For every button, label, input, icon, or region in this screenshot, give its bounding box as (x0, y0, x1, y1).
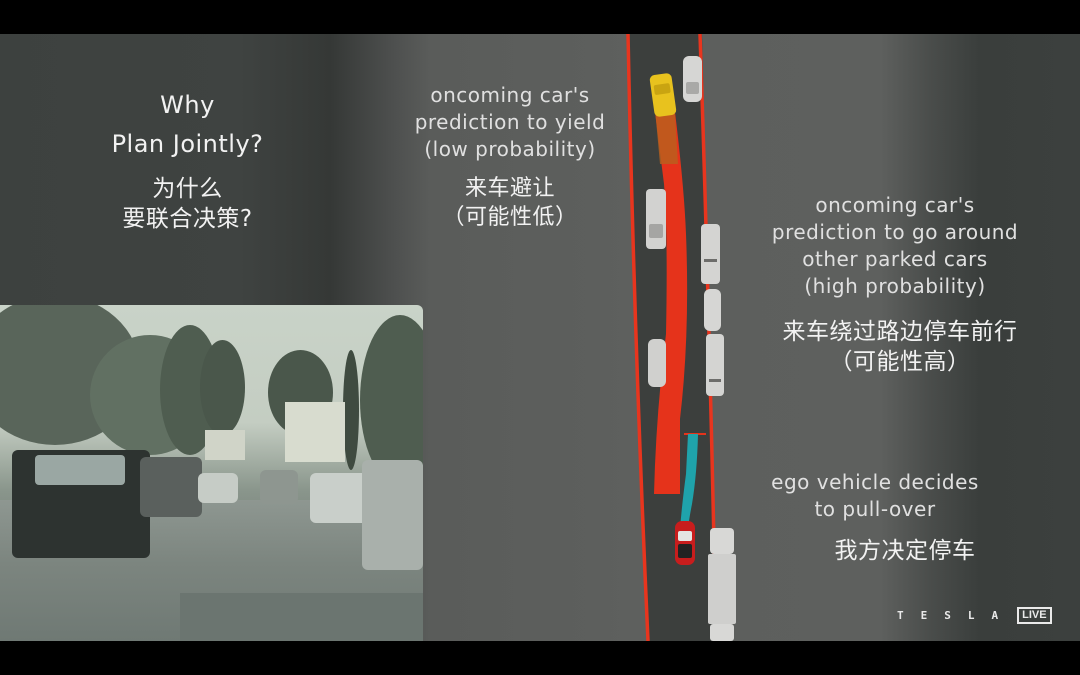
building (205, 430, 245, 460)
annotation-line: other parked cars (802, 247, 988, 271)
white-car-icon (646, 189, 666, 249)
annotation-line: prediction to go around (771, 220, 1019, 244)
yield-annotation-cn: 来车避让 （可能性低） (380, 174, 640, 232)
go-around-annotation-cn: 来车绕过路边停车前行 （可能性高） (735, 317, 1065, 377)
live-badge: LIVE (1017, 606, 1052, 624)
slide: Why Plan Jointly? 为什么 要联合决策? oncoming ca… (0, 34, 1080, 641)
annotation-cn-line: 我方决定停车 (834, 538, 976, 564)
tree (200, 340, 245, 435)
annotation-line: prediction to yield (414, 110, 606, 134)
parked-car-right (310, 473, 370, 523)
annotation-line: (high probability) (804, 274, 986, 298)
parked-truck (140, 457, 202, 517)
planning-visualization (626, 34, 736, 641)
annotation-line: ego vehicle decides (771, 470, 979, 494)
title-cn-line: 要联合决策? (122, 206, 253, 232)
annotation-line: (low probability) (424, 137, 596, 161)
white-car-icon (701, 224, 720, 284)
go-around-annotation: oncoming car's prediction to go around o… (735, 192, 1055, 300)
annotation-cn-line: （可能性低） (442, 205, 578, 230)
parked-sedan (198, 473, 238, 503)
title-line: Why (160, 91, 215, 119)
white-car-icon (683, 56, 702, 102)
title-line: Plan Jointly? (111, 130, 264, 158)
parked-pickup-right (362, 460, 423, 570)
title-cn-line: 为什么 (152, 176, 223, 202)
parked-van (260, 470, 298, 504)
annotation-cn-line: （可能性高） (829, 349, 971, 375)
annotation-cn-line: 来车避让 (464, 176, 555, 201)
shadow (180, 593, 423, 641)
tesla-wordmark: TESLA (897, 608, 1016, 622)
ego-annotation: ego vehicle decides to pull-over (740, 469, 1010, 523)
annotation-line: to pull-over (814, 497, 936, 521)
white-car-icon (704, 289, 721, 331)
red-car-icon (675, 521, 695, 565)
yield-annotation: oncoming car's prediction to yield (low … (380, 82, 640, 163)
ego-annotation-cn: 我方决定停车 (740, 536, 1070, 566)
white-car-icon (706, 334, 724, 396)
slide-title-cn: 为什么 要联合决策? (70, 174, 305, 234)
annotation-line: oncoming car's (815, 193, 975, 217)
tesla-live-logo: TESLA LIVE (897, 606, 1052, 624)
white-car-icon (648, 339, 666, 387)
windshield (35, 455, 125, 485)
annotation-line: oncoming car's (430, 83, 590, 107)
tree (343, 350, 359, 470)
building (285, 402, 345, 462)
annotation-cn-line: 来车绕过路边停车前行 (782, 319, 1018, 345)
camera-view-photo (0, 305, 423, 641)
slide-title: Why Plan Jointly? (70, 86, 305, 164)
